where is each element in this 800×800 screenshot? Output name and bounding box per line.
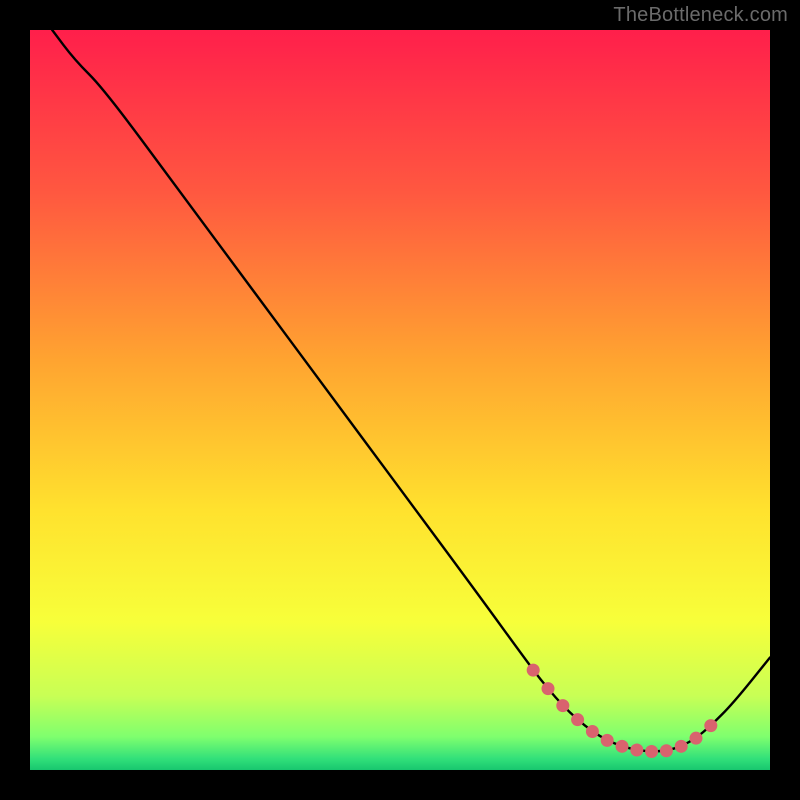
highlight-dot — [571, 713, 584, 726]
highlight-dot — [690, 732, 703, 745]
chart-stage: TheBottleneck.com — [0, 0, 800, 800]
highlight-dot — [630, 744, 643, 757]
bottleneck-chart — [0, 0, 800, 800]
highlight-dot — [527, 664, 540, 677]
watermark-text: TheBottleneck.com — [613, 4, 788, 27]
highlight-dot — [704, 719, 717, 732]
highlight-dot — [645, 745, 658, 758]
highlight-dot — [601, 734, 614, 747]
highlight-dot — [660, 744, 673, 757]
highlight-dot — [586, 725, 599, 738]
highlight-dot — [542, 682, 555, 695]
highlight-dot — [616, 740, 629, 753]
highlight-dot — [556, 699, 569, 712]
highlight-dot — [675, 740, 688, 753]
